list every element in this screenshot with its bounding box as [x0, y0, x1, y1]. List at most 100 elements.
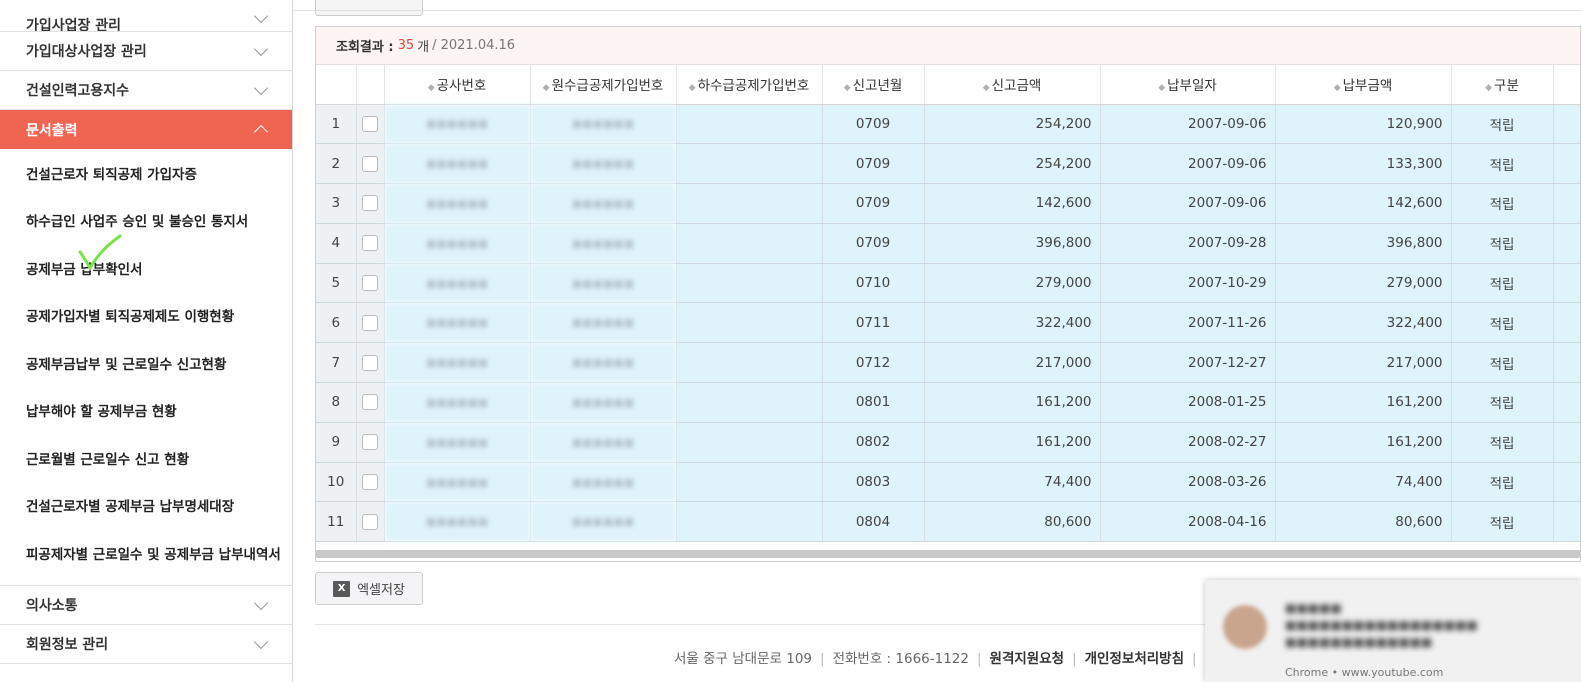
sub-no-cell [676, 104, 823, 145]
checkbox[interactable] [362, 195, 378, 212]
row-checkbox[interactable] [356, 382, 385, 423]
prime-no-cell-redacted: ■■■■■■ [530, 462, 677, 503]
checkbox[interactable] [362, 275, 378, 292]
sort-icon: ◆ [1333, 83, 1341, 94]
prime-no-cell-redacted: ■■■■■■ [530, 342, 677, 384]
header-report-amount[interactable]: ◆ 신고금액 [924, 65, 1101, 105]
chevron-down-icon [253, 8, 269, 24]
notification-toast[interactable]: ■■■■■ ■■■■■■■■■■■■■■■■■ ■■■■■■■■■■■■■ Chro… [1205, 580, 1581, 682]
submenu-list: 건설근로자 퇴직공제 가입자증 하수급인 사업주 승인 및 불승인 통지서 공제… [0, 149, 292, 586]
result-grid: 조회결과 : 35 개 / 2021.04.16 ◆ 공사번호 ◆ 원수급공제가입번… [315, 26, 1581, 562]
checkbox[interactable] [362, 434, 378, 451]
extra-cell [1553, 223, 1580, 264]
table-row[interactable]: 2 ■■■■■■ ■■■■■■ 0709 254,200 2007-09-06 133,30… [316, 143, 1580, 185]
header-prime-no[interactable]: ◆ 원수급공제가입번호 [530, 65, 677, 105]
remote-support-link[interactable]: 원격지원요청 [990, 651, 1065, 667]
extra-cell [1553, 143, 1580, 185]
construction-no-cell-redacted: ■■■■■■ [384, 143, 531, 185]
table-row[interactable]: 4 ■■■■■■ ■■■■■■ 0709 396,800 2007-09-28 396,80… [316, 223, 1580, 264]
checkbox[interactable] [362, 474, 378, 491]
sub-no-cell [676, 223, 823, 264]
row-checkbox[interactable] [356, 501, 385, 543]
type-cell: 적립 [1451, 422, 1554, 463]
table-row[interactable]: 9 ■■■■■■ ■■■■■■ 0802 161,200 2008-02-27 161,20… [316, 422, 1580, 463]
extra-cell [1553, 263, 1580, 304]
report-amount-cell: 142,600 [924, 183, 1101, 224]
prime-no-cell-redacted: ■■■■■■ [530, 501, 677, 543]
data-table: ◆ 공사번호 ◆ 원수급공제가입번호 ◆ 하수급공제가입번호 ◆ 신고년월 ◆ 신고금액 … [316, 65, 1580, 543]
menu-category-target-sites[interactable]: 가입대상사업장 관리 [0, 32, 292, 71]
row-checkbox[interactable] [356, 263, 385, 304]
menu-category-employment-index[interactable]: 건설인력고용지수 [0, 71, 292, 110]
top-button[interactable] [315, 0, 423, 16]
menu-category-member-sites[interactable]: 가입사업장 관리 [0, 0, 292, 32]
table-row[interactable]: 8 ■■■■■■ ■■■■■■ 0801 161,200 2008-01-25 161,20… [316, 382, 1580, 423]
result-label: 조회결과 : [336, 40, 394, 55]
row-checkbox[interactable] [356, 302, 385, 344]
header-rownum [316, 65, 357, 105]
checkbox[interactable] [362, 513, 378, 530]
excel-save-button[interactable]: X 엑셀저장 [315, 572, 423, 605]
submenu-item[interactable]: 하수급인 사업주 승인 및 불승인 통지서 [0, 197, 292, 245]
sidebar: 가입사업장 관리 가입대상사업장 관리 건설인력고용지수 문서출력 건설근로자 … [0, 0, 293, 682]
privacy-policy-link[interactable]: 개인정보처리방침 [1085, 651, 1184, 667]
table-row[interactable]: 5 ■■■■■■ ■■■■■■ 0710 279,000 2007-10-29 279,00… [316, 263, 1580, 304]
row-checkbox[interactable] [356, 462, 385, 503]
submenu-item[interactable]: 공제부금납부 및 근로일수 신고현황 [0, 339, 292, 387]
row-checkbox[interactable] [356, 183, 385, 224]
header-extra [1553, 65, 1580, 105]
menu-category-member-info[interactable]: 회원정보 관리 [0, 625, 292, 664]
sub-no-cell [676, 263, 823, 304]
extra-cell [1553, 462, 1580, 503]
row-checkbox[interactable] [356, 422, 385, 463]
table-row[interactable]: 11 ■■■■■■ ■■■■■■ 0804 80,600 2008-04-16 80,600… [316, 501, 1580, 543]
checkbox[interactable] [362, 354, 378, 371]
header-pay-date[interactable]: ◆ 납부일자 [1100, 65, 1276, 105]
header-type[interactable]: ◆ 구분 [1451, 65, 1554, 105]
construction-no-cell-redacted: ■■■■■■ [384, 302, 531, 344]
pay-amount-cell: 161,200 [1275, 382, 1452, 423]
extra-cell [1553, 302, 1580, 344]
checkbox[interactable] [362, 314, 378, 331]
sort-icon: ◆ [688, 83, 696, 94]
menu-category-document-print[interactable]: 문서출력 [0, 110, 292, 149]
construction-no-cell-redacted: ■■■■■■ [384, 104, 531, 145]
checkbox[interactable] [362, 155, 378, 172]
avatar [1223, 605, 1267, 649]
report-amount-cell: 322,400 [924, 302, 1101, 344]
submenu-item[interactable]: 건설근로자 퇴직공제 가입자증 [0, 149, 292, 197]
sort-icon: ◆ [1158, 83, 1166, 94]
table-row[interactable]: 7 ■■■■■■ ■■■■■■ 0712 217,000 2007-12-27 217,00… [316, 342, 1580, 384]
header-pay-amount[interactable]: ◆ 납부금액 [1275, 65, 1452, 105]
row-number: 11 [316, 501, 357, 543]
menu-category-communication[interactable]: 의사소통 [0, 586, 292, 625]
submenu-item[interactable]: 공제가입자별 퇴직공제제도 이행현황 [0, 292, 292, 340]
submenu-item[interactable]: 피공제자별 근로일수 및 공제부금 납부내역서 [0, 529, 292, 577]
row-checkbox[interactable] [356, 342, 385, 384]
horizontal-scrollbar[interactable] [316, 550, 1580, 558]
row-checkbox[interactable] [356, 143, 385, 185]
report-month-cell: 0709 [822, 104, 925, 145]
row-checkbox[interactable] [356, 104, 385, 145]
submenu-item[interactable]: 건설근로자별 공제부금 납부명세대장 [0, 482, 292, 530]
row-checkbox[interactable] [356, 223, 385, 264]
table-row[interactable]: 1 ■■■■■■ ■■■■■■ 0709 254,200 2007-09-06 120,90… [316, 104, 1580, 145]
checkbox[interactable] [362, 115, 378, 132]
submenu-item[interactable]: 공제부금 납부확인서 [0, 244, 292, 292]
table-row[interactable]: 10 ■■■■■■ ■■■■■■ 0803 74,400 2008-03-26 74,400… [316, 462, 1580, 503]
extra-cell [1553, 104, 1580, 145]
checkbox[interactable] [362, 235, 378, 252]
header-construction-no[interactable]: ◆ 공사번호 [384, 65, 531, 105]
result-count: 35 [397, 38, 415, 53]
excel-save-label: 엑셀저장 [357, 583, 405, 598]
pay-amount-cell: 142,600 [1275, 183, 1452, 224]
header-sub-no[interactable]: ◆ 하수급공제가입번호 [676, 65, 823, 105]
header-report-month[interactable]: ◆ 신고년월 [822, 65, 925, 105]
checkbox[interactable] [362, 394, 378, 411]
type-cell: 적립 [1451, 223, 1554, 264]
pay-amount-cell: 80,600 [1275, 501, 1452, 543]
table-row[interactable]: 3 ■■■■■■ ■■■■■■ 0709 142,600 2007-09-06 142,60… [316, 183, 1580, 224]
submenu-item[interactable]: 근로월별 근로일수 신고 현황 [0, 434, 292, 482]
submenu-item[interactable]: 납부해야 할 공제부금 현황 [0, 387, 292, 435]
table-row[interactable]: 6 ■■■■■■ ■■■■■■ 0711 322,400 2007-11-26 322,40… [316, 302, 1580, 344]
